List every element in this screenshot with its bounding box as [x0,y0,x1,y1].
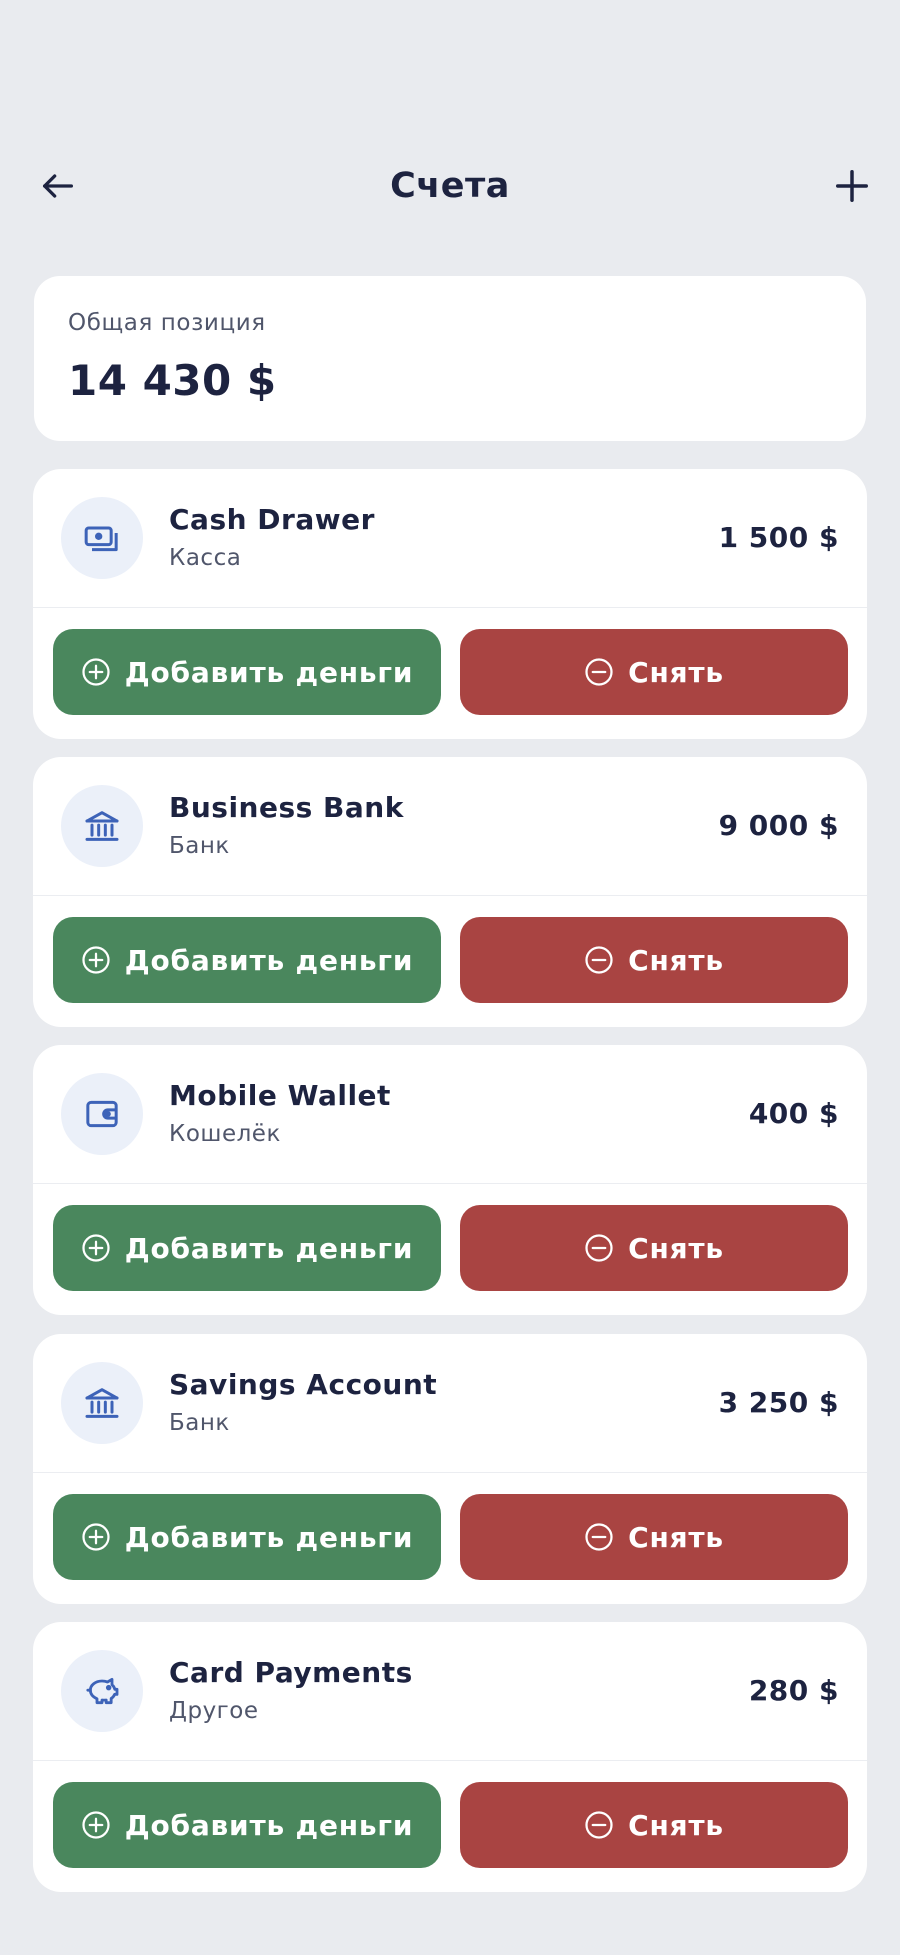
account-info[interactable]: Cash Drawer Касса 1 500 $ [33,469,867,608]
withdraw-button[interactable]: Снять [460,629,848,715]
account-card-card-payments: Card Payments Другое 280 $ Добавить день… [33,1622,867,1892]
add-money-button[interactable]: Добавить деньги [53,1494,441,1580]
account-type: Кошелёк [169,1121,281,1147]
minus-circle-icon [584,1522,614,1552]
page-title: Счета [390,166,510,206]
account-card-mobile-wallet: Mobile Wallet Кошелёк 400 $ Добавить ден… [33,1045,867,1315]
bank-icon [85,811,119,841]
account-info[interactable]: Card Payments Другое 280 $ [33,1622,867,1761]
account-info[interactable]: Business Bank Банк 9 000 $ [33,757,867,896]
withdraw-label: Снять [628,655,724,689]
account-type: Другое [169,1698,259,1724]
account-info[interactable]: Mobile Wallet Кошелёк 400 $ [33,1045,867,1184]
add-account-button[interactable] [826,162,878,210]
withdraw-button[interactable]: Снять [460,917,848,1003]
account-card-cash-drawer: Cash Drawer Касса 1 500 $ Добавить деньг… [33,469,867,739]
account-type: Банк [169,833,230,859]
account-type: Касса [169,545,242,571]
plus-icon [836,170,868,202]
account-name: Card Payments [169,1656,413,1689]
piggy-bank-icon [86,1677,119,1705]
add-money-label: Добавить деньги [124,1231,414,1265]
account-icon-badge [61,1650,143,1732]
withdraw-label: Снять [628,1520,724,1554]
account-balance: 400 $ [748,1097,839,1130]
wallet-icon [86,1100,118,1128]
account-info[interactable]: Savings Account Банк 3 250 $ [33,1334,867,1473]
add-money-button[interactable]: Добавить деньги [53,1205,441,1291]
cash-icon [84,526,118,552]
account-balance: 1 500 $ [718,521,839,554]
total-position-card: Общая позиция 14 430 $ [34,276,866,441]
total-position-value: 14 430 $ [68,356,277,405]
account-name: Mobile Wallet [169,1079,391,1112]
add-money-label: Добавить деньги [124,1808,414,1842]
account-balance: 3 250 $ [718,1386,839,1419]
add-money-label: Добавить деньги [124,1520,414,1554]
account-icon-badge [61,785,143,867]
account-icon-badge [61,1073,143,1155]
minus-circle-icon [584,1810,614,1840]
withdraw-button[interactable]: Снять [460,1782,848,1868]
add-money-label: Добавить деньги [124,655,414,689]
account-card-business-bank: Business Bank Банк 9 000 $ Добавить день… [33,757,867,1027]
account-name: Cash Drawer [169,503,375,536]
withdraw-button[interactable]: Снять [460,1205,848,1291]
account-balance: 9 000 $ [718,809,839,842]
account-type: Банк [169,1410,230,1436]
withdraw-label: Снять [628,943,724,977]
account-balance: 280 $ [748,1674,839,1707]
account-icon-badge [61,497,143,579]
withdraw-label: Снять [628,1808,724,1842]
withdraw-label: Снять [628,1231,724,1265]
account-name: Business Bank [169,791,404,824]
account-card-savings-account: Savings Account Банк 3 250 $ Добавить де… [33,1334,867,1604]
account-icon-badge [61,1362,143,1444]
add-money-button[interactable]: Добавить деньги [53,1782,441,1868]
add-money-button[interactable]: Добавить деньги [53,629,441,715]
minus-circle-icon [584,657,614,687]
withdraw-button[interactable]: Снять [460,1494,848,1580]
plus-circle-icon [81,945,111,975]
plus-circle-icon [81,1233,111,1263]
bank-icon [85,1388,119,1418]
top-bar: Счета [0,150,900,222]
add-money-label: Добавить деньги [124,943,414,977]
add-money-button[interactable]: Добавить деньги [53,917,441,1003]
plus-circle-icon [81,1522,111,1552]
plus-circle-icon [81,1810,111,1840]
minus-circle-icon [584,945,614,975]
total-position-label: Общая позиция [68,310,266,336]
account-name: Savings Account [169,1368,438,1401]
plus-circle-icon [81,657,111,687]
minus-circle-icon [584,1233,614,1263]
